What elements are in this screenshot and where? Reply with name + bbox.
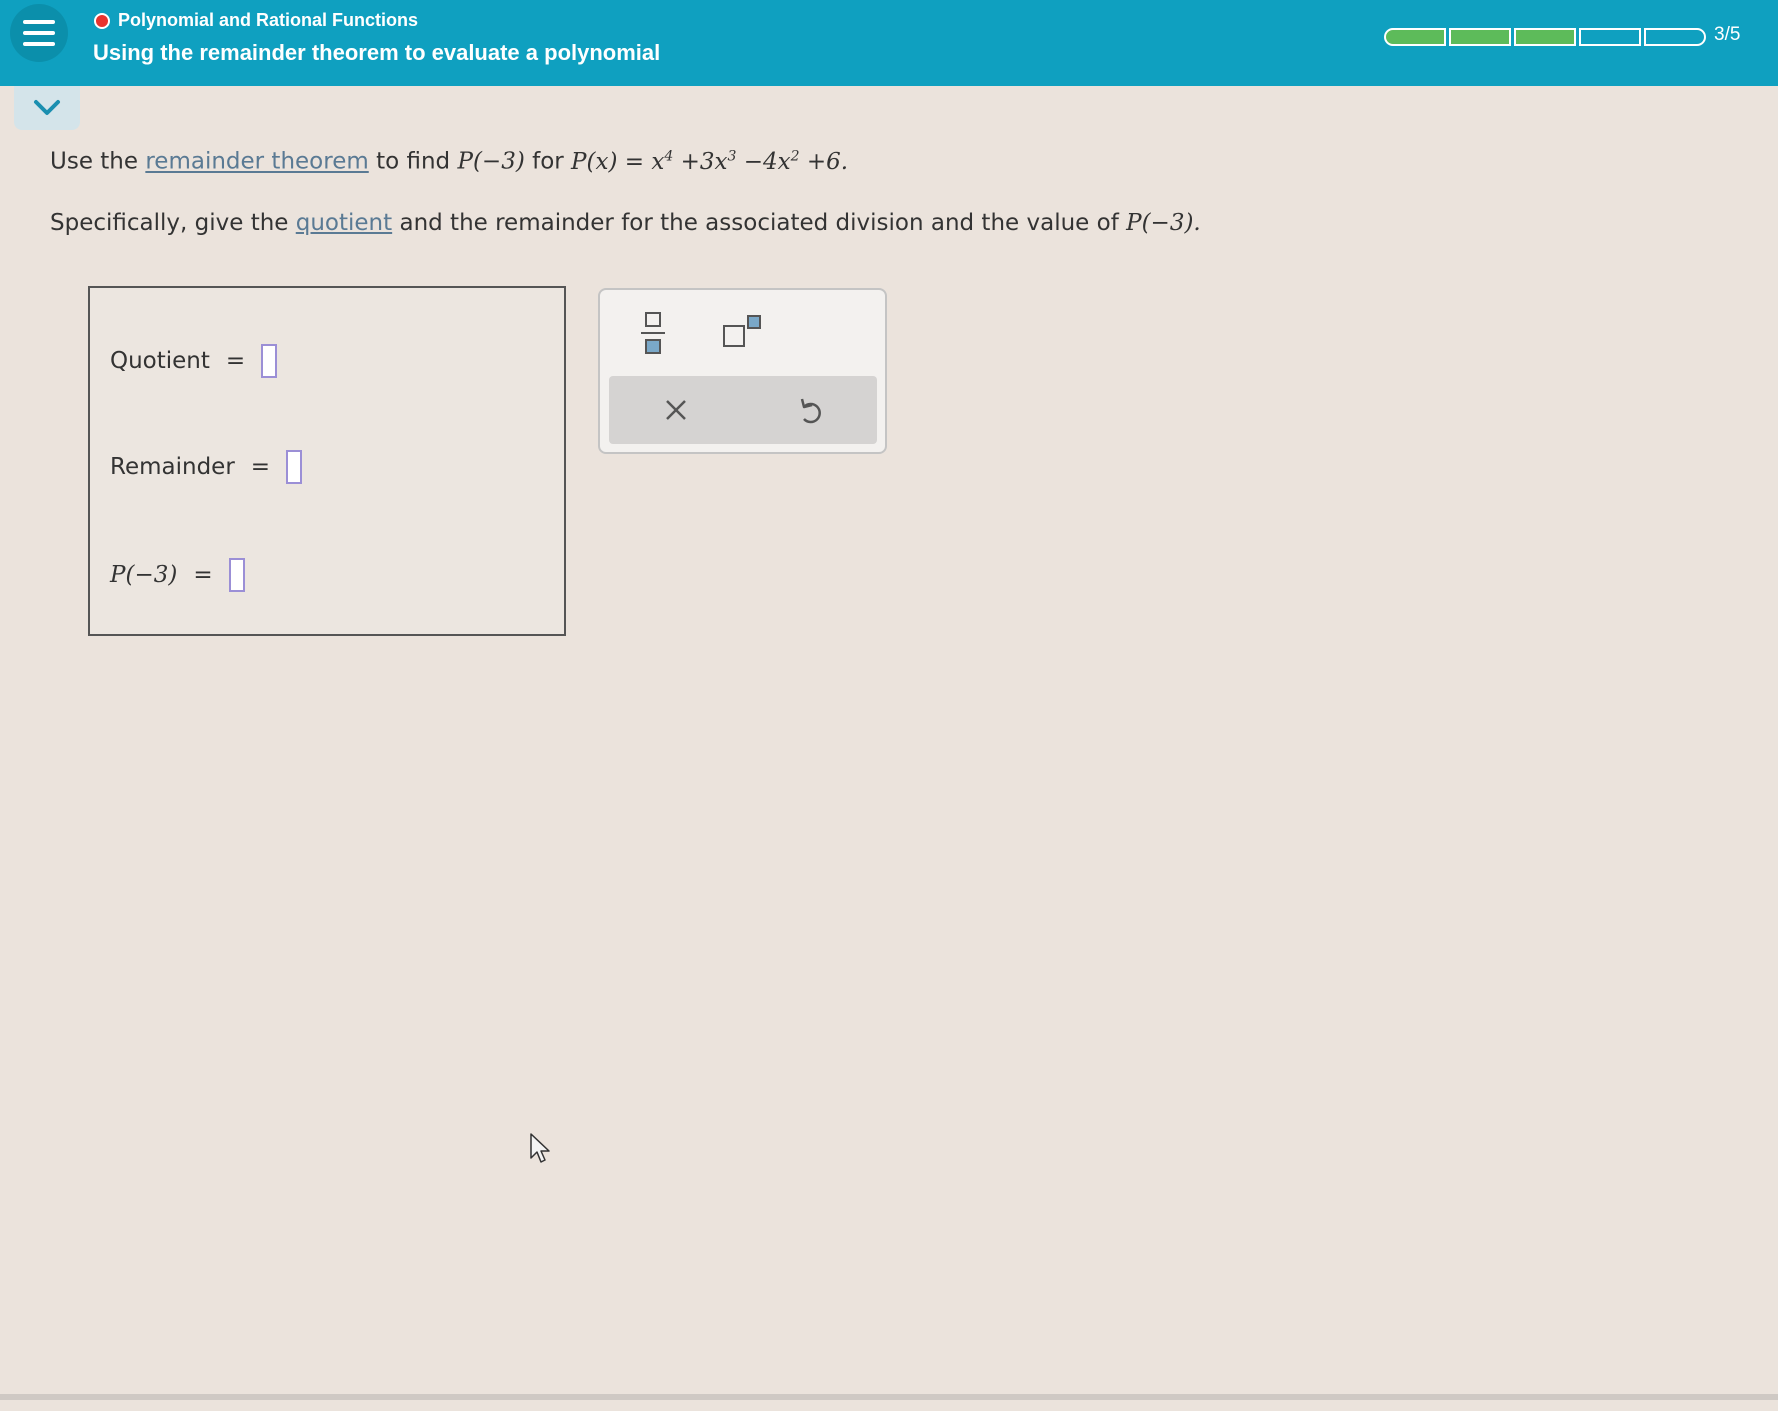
menu-button[interactable] <box>10 4 68 62</box>
menu-icon-line <box>23 31 55 35</box>
fraction-icon <box>641 312 665 354</box>
quotient-row: Quotient = <box>110 344 278 378</box>
topic-row: Polynomial and Rational Functions <box>94 10 418 31</box>
remainder-input[interactable] <box>286 450 303 484</box>
progress-segment <box>1579 28 1641 46</box>
collapse-button[interactable] <box>14 86 80 130</box>
topic-status-dot <box>94 12 110 29</box>
question-text: and the remainder for the associated div… <box>399 210 1119 236</box>
poly-exp: 4 <box>664 148 674 164</box>
menu-icon-line <box>23 20 55 24</box>
question-text: for <box>532 148 564 175</box>
quotient-link[interactable]: quotient <box>296 210 392 236</box>
progress-segment <box>1449 28 1511 46</box>
fraction-button[interactable] <box>638 310 668 360</box>
answer-box: Quotient = Remainder = P(−3) = <box>88 286 566 636</box>
poly-term: x <box>651 148 665 175</box>
superscript-icon <box>723 315 761 347</box>
quotient-label: Quotient <box>110 348 210 374</box>
question-line-1: Use the remainder theorem to find P(−3) … <box>50 148 848 175</box>
progress-bar <box>1384 28 1706 46</box>
superscript-button[interactable] <box>722 314 766 356</box>
mouse-cursor-icon <box>530 1133 550 1163</box>
p-value-row: P(−3) = <box>110 558 245 592</box>
equals-sign: = <box>250 454 271 480</box>
p-value-input[interactable] <box>228 558 245 592</box>
close-icon[interactable] <box>663 397 689 423</box>
progress-text: 3/5 <box>1714 24 1741 45</box>
top-bar: Polynomial and Rational Functions Using … <box>0 0 1778 86</box>
equals-sign: = <box>193 562 213 588</box>
question-text: Use the <box>50 148 139 175</box>
progress-segment <box>1384 28 1446 46</box>
math-target: P(−3) <box>457 148 525 175</box>
question-text: to find <box>376 148 451 175</box>
polynomial: P(x) = x4 +3x3 −4x2 +6. <box>571 148 849 175</box>
action-bar <box>609 376 877 444</box>
poly-eq: = <box>624 148 645 175</box>
p-value-label: P(−3) <box>110 562 178 588</box>
question-line-2: Specifically, give the quotient and the … <box>50 210 1201 236</box>
remainder-row: Remainder = <box>110 450 303 484</box>
equals-sign: = <box>225 348 246 374</box>
progress-segment <box>1514 28 1576 46</box>
poly-exp: 2 <box>790 148 800 164</box>
math-target: P(−3). <box>1126 210 1201 236</box>
progress-segment <box>1644 28 1706 46</box>
math-tool-panel <box>598 288 887 454</box>
chevron-down-icon <box>34 100 60 115</box>
poly-term: +6. <box>806 148 849 175</box>
poly-lhs: P(x) <box>571 148 618 175</box>
bottom-divider <box>0 1394 1778 1400</box>
menu-icon-line <box>23 42 55 46</box>
quotient-input[interactable] <box>261 344 278 378</box>
question-text: Specifically, give the <box>50 210 289 236</box>
topic-label: Polynomial and Rational Functions <box>118 10 419 30</box>
remainder-label: Remainder <box>110 454 235 480</box>
page-title: Using the remainder theorem to evaluate … <box>93 40 661 65</box>
poly-term: −4x <box>743 148 791 175</box>
remainder-theorem-link[interactable]: remainder theorem <box>145 149 368 175</box>
poly-exp: 3 <box>727 148 737 164</box>
undo-icon[interactable] <box>796 395 824 425</box>
poly-term: +3x <box>680 148 728 175</box>
